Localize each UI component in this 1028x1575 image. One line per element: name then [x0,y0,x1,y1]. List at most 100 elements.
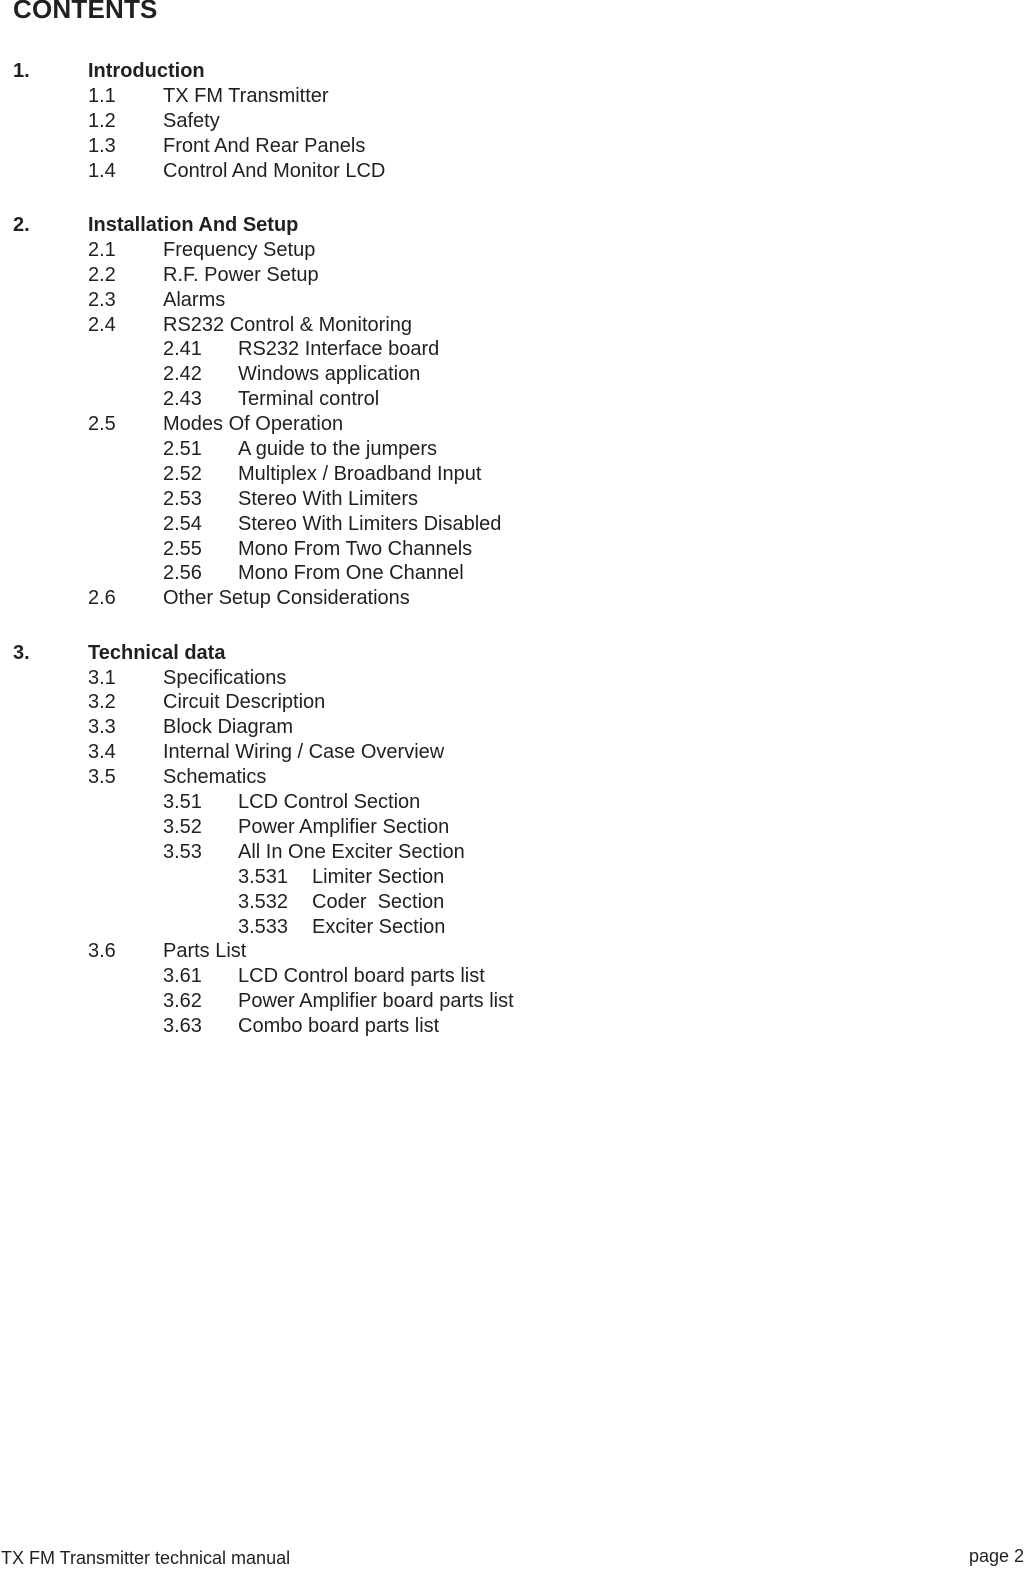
toc-entry-title: Multiplex / Broadband Input [238,462,482,485]
toc-section: 3. Technical data 3.1 Specifications 3.2 Circ… [0,641,1028,1039]
toc-entry-number: 2.3 [88,288,116,311]
toc-entry-number: 2.56 [163,562,202,585]
toc-entry-title: Other Setup Considerations [163,587,410,610]
toc-entry[interactable]: 2.52 Multiplex / Broadband Input [0,462,1028,487]
toc-entry-number: 2.42 [163,363,202,386]
toc-entry-title: Circuit Description [163,691,326,714]
toc-entry-title: Mono From One Channel [238,562,464,585]
toc-entry[interactable]: 1.2 Safety [0,109,1028,134]
toc-entry[interactable]: 2.6 Other Setup Considerations [0,586,1028,611]
toc-entry[interactable]: 3.2 Circuit Description [0,690,1028,715]
toc-entry[interactable]: 3.63 Combo board parts list [0,1014,1028,1039]
toc-entry-number: 2.43 [163,388,202,411]
footer-document-title: TX FM Transmitter technical manual [1,1548,291,1568]
toc-entry[interactable]: 3.52 Power Amplifier Section [0,815,1028,840]
page-title: CONTENTS [13,0,158,24]
toc-entry[interactable]: 2.55 Mono From Two Channels [0,537,1028,562]
toc-chapter-heading[interactable]: 2. Installation And Setup [0,213,1028,238]
toc-entry-title: Front And Rear Panels [163,134,366,157]
footer-page-number: page 2 [968,1546,1024,1566]
toc-entry-number: 1.3 [88,134,116,157]
toc-entry-number: 3.3 [88,716,116,739]
toc-entry[interactable]: 3.1 Specifications [0,666,1028,691]
toc-chapter-title: Introduction [88,60,205,82]
toc-entry[interactable]: 2.2 R.F. Power Setup [0,263,1028,288]
toc-entry[interactable]: 2.3 Alarms [0,288,1028,313]
toc-entry-title: Mono From Two Channels [238,537,473,560]
toc-entry-title: Combo board parts list [238,1015,440,1038]
toc-entry-title: Windows application [238,363,421,386]
toc-entry-number: 2.55 [163,537,202,560]
toc-entry-number: 3.1 [88,666,116,689]
toc-entry-number: 3.532 [238,890,289,913]
toc-entry-title: LCD Control board parts list [238,965,485,988]
toc-entry[interactable]: 3.5 Schematics [0,765,1028,790]
toc-entry[interactable]: 1.3 Front And Rear Panels [0,134,1028,159]
toc-chapter-heading[interactable]: 1. Introduction [0,59,1028,84]
toc-entry-number: 3.2 [88,691,116,714]
toc-entry-title: Internal Wiring / Case Overview [163,741,445,764]
toc-entry-number: 3.52 [163,815,202,838]
toc-entry[interactable]: 3.62 Power Amplifier board parts list [0,989,1028,1014]
toc-entry[interactable]: 2.42 Windows application [0,362,1028,387]
toc-chapter-number: 1. [13,60,30,82]
toc-section: 2. Installation And Setup 2.1 Frequency Set… [0,213,1028,611]
toc-entry[interactable]: 3.533 Exciter Section [0,915,1028,940]
toc-entry[interactable]: 3.6 Parts List [0,939,1028,964]
toc-chapter-number: 2. [13,213,30,236]
toc-entry-number: 2.6 [88,587,116,610]
toc-entry-title: RS232 Interface board [238,338,440,361]
toc-entry-number: 2.1 [88,238,116,261]
toc-entry[interactable]: 2.5 Modes Of Operation [0,412,1028,437]
toc-section: 1. Introduction 1.1 TX FM Transmitter 1.2 Saf… [0,59,1028,183]
toc-entry[interactable]: 3.53 All In One Exciter Section [0,840,1028,865]
table-of-contents: 1. Introduction 1.1 TX FM Transmitter 1.2 Saf… [0,59,1028,1068]
toc-entry[interactable]: 2.43 Terminal control [0,387,1028,412]
toc-entry[interactable]: 2.4 RS232 Control & Monitoring [0,313,1028,338]
toc-entry[interactable]: 3.532 Coder Section [0,890,1028,915]
toc-entry-number: 3.6 [88,940,116,963]
toc-entry-title: Power Amplifier board parts list [238,990,514,1013]
toc-entry-title: Exciter Section [312,915,446,938]
toc-entry[interactable]: 2.53 Stereo With Limiters [0,487,1028,512]
toc-entry[interactable]: 1.1 TX FM Transmitter [0,84,1028,109]
toc-entry-title: Alarms [163,288,226,311]
toc-entry-title: Schematics [163,766,267,789]
toc-entry-title: Terminal control [238,388,380,411]
toc-entry[interactable]: 3.4 Internal Wiring / Case Overview [0,740,1028,765]
toc-entry-number: 3.62 [163,990,202,1013]
toc-chapter-number: 3. [13,641,30,664]
toc-entry[interactable]: 3.61 LCD Control board parts list [0,964,1028,989]
toc-entry[interactable]: 2.51 A guide to the jumpers [0,437,1028,462]
toc-entry-number: 2.4 [88,313,116,336]
toc-entry-title: A guide to the jumpers [238,437,438,460]
toc-entry-number: 2.2 [88,263,116,286]
toc-entry-number: 3.4 [88,741,116,764]
toc-entry[interactable]: 2.1 Frequency Setup [0,238,1028,263]
toc-entry[interactable]: 3.51 LCD Control Section [0,790,1028,815]
toc-entry-title: Control And Monitor LCD [163,159,386,182]
toc-entry-title: Block Diagram [163,716,294,739]
toc-entry-number: 3.61 [163,965,202,988]
toc-entry-title: LCD Control Section [238,791,421,814]
toc-chapter-heading[interactable]: 3. Technical data [0,641,1028,666]
toc-entry[interactable]: 3.531 Limiter Section [0,865,1028,890]
toc-entry-number: 1.2 [88,109,116,132]
toc-entry-title: Stereo With Limiters [238,487,419,510]
toc-entry-number: 3.53 [163,840,202,863]
toc-entry-title: Frequency Setup [163,238,316,261]
toc-entry[interactable]: 3.3 Block Diagram [0,715,1028,740]
toc-entry[interactable]: 2.41 RS232 Interface board [0,337,1028,362]
toc-entry-number: 1.4 [88,159,116,182]
toc-entry[interactable]: 2.56 Mono From One Channel [0,561,1028,586]
toc-entry[interactable]: 1.4 Control And Monitor LCD [0,159,1028,184]
toc-chapter-title: Technical data [88,641,226,664]
toc-entry-title: R.F. Power Setup [163,263,319,286]
toc-entry-title: Coder Section [312,890,445,913]
toc-entry-title: Modes Of Operation [163,413,344,436]
toc-entry-title: Parts List [163,940,247,963]
toc-entry-number: 2.41 [163,338,202,361]
toc-entry-number: 3.531 [238,865,289,888]
toc-chapter-title: Installation And Setup [88,213,299,236]
toc-entry[interactable]: 2.54 Stereo With Limiters Disabled [0,512,1028,537]
